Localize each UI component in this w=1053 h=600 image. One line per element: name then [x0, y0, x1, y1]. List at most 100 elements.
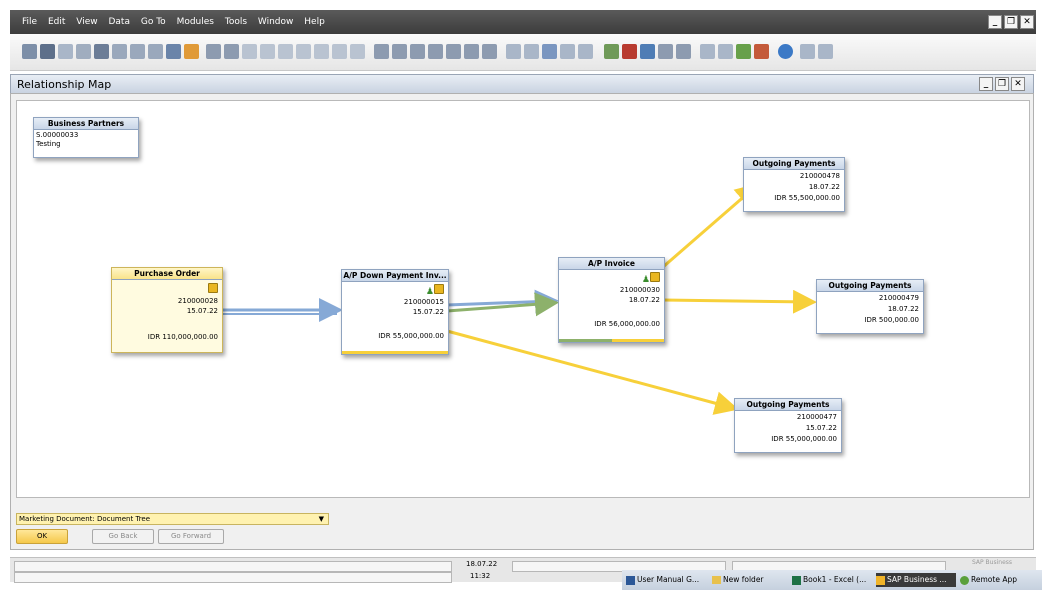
user-icon[interactable] [676, 44, 691, 59]
doc-date: 18.07.22 [808, 183, 840, 191]
previous-record-icon[interactable] [260, 44, 275, 59]
alerts-icon[interactable] [622, 44, 637, 59]
window-restore-icon[interactable]: ❐ [995, 77, 1009, 91]
add-icon[interactable] [224, 44, 239, 59]
toolbar [10, 34, 1036, 71]
menu-edit[interactable]: Edit [48, 10, 65, 34]
doc-number: 210000015 [403, 298, 444, 306]
node-outgoing-payment-2[interactable]: Outgoing Payments 210000479 18.07.22 IDR… [816, 279, 924, 334]
app-close-icon[interactable]: ✕ [1020, 15, 1034, 29]
print-icon[interactable] [40, 44, 55, 59]
node-title: Outgoing Payments [735, 399, 841, 411]
export-icon[interactable] [112, 44, 127, 59]
menu-tools[interactable]: Tools [225, 10, 247, 34]
taskbar-item-remote[interactable]: Remote App [960, 573, 1040, 587]
journal-icon[interactable] [410, 44, 425, 59]
paste-icon[interactable] [718, 44, 733, 59]
wizard-icon[interactable] [754, 44, 769, 59]
fax-icon[interactable] [94, 44, 109, 59]
target-document-icon[interactable] [392, 44, 407, 59]
email-icon[interactable] [58, 44, 73, 59]
menu-goto[interactable]: Go To [141, 10, 166, 34]
doc-date: 15.07.22 [186, 307, 218, 315]
doc-date: 15.07.22 [805, 424, 837, 432]
form-settings-icon[interactable] [506, 44, 521, 59]
first-record-icon[interactable] [242, 44, 257, 59]
bp-name: Testing [36, 140, 61, 148]
payment-means-icon[interactable] [446, 44, 461, 59]
calculator-icon[interactable] [640, 44, 655, 59]
menu-view[interactable]: View [76, 10, 97, 34]
folder-icon [712, 576, 721, 584]
node-purchase-order[interactable]: Purchase Order 210000028 15.07.22 IDR 11… [111, 267, 223, 353]
menu-help[interactable]: Help [304, 10, 325, 34]
ok-button[interactable]: OK [16, 529, 68, 544]
help-icon[interactable] [778, 44, 793, 59]
remote-app-icon [960, 575, 969, 585]
refresh-icon[interactable] [314, 44, 329, 59]
sap-icon [876, 575, 885, 585]
menu-window[interactable]: Window [258, 10, 294, 34]
relationship-map-canvas: Business Partners S.00000033 Testing Pur… [16, 100, 1030, 498]
preview-icon[interactable] [22, 44, 37, 59]
message-icon[interactable] [560, 44, 575, 59]
word-icon[interactable] [148, 44, 163, 59]
launch-icon[interactable] [166, 44, 181, 59]
approval-icon[interactable] [542, 44, 557, 59]
org-chart-icon[interactable] [658, 44, 673, 59]
window-titlebar: Relationship Map _ ❐ ✕ [10, 74, 1034, 94]
lock-icon[interactable] [184, 44, 199, 59]
node-title: Outgoing Payments [817, 280, 923, 292]
status-field-1 [14, 561, 452, 572]
chat-icon[interactable] [578, 44, 593, 59]
view-select[interactable]: Marketing Document: Document Tree ▼ [16, 513, 329, 525]
node-title: Outgoing Payments [744, 158, 844, 170]
lock-icon [434, 284, 444, 294]
node-business-partner[interactable]: Business Partners S.00000033 Testing [33, 117, 139, 158]
copy-icon[interactable] [700, 44, 715, 59]
taskbar-item-word[interactable]: User Manual G... [626, 573, 708, 587]
sms-icon[interactable] [76, 44, 91, 59]
calendar-icon[interactable] [604, 44, 619, 59]
window-close-icon[interactable]: ✕ [1011, 77, 1025, 91]
node-ap-down-payment[interactable]: A/P Down Payment Inv... ♟ 210000015 15.0… [341, 269, 449, 355]
sort-icon[interactable] [350, 44, 365, 59]
menu-data[interactable]: Data [108, 10, 130, 34]
node-title: A/P Invoice [559, 258, 664, 270]
pdf-icon[interactable] [130, 44, 145, 59]
app-minimize-icon[interactable]: _ [988, 15, 1002, 29]
volume-weight-icon[interactable] [464, 44, 479, 59]
go-back-button[interactable]: Go Back [92, 529, 154, 544]
taskbar-item-folder[interactable]: New folder [712, 573, 786, 587]
tools-icon[interactable] [736, 44, 751, 59]
go-forward-button[interactable]: Go Forward [158, 529, 224, 544]
doc-date: 18.07.22 [887, 305, 919, 313]
menu-modules[interactable]: Modules [177, 10, 214, 34]
taskbar-item-sap[interactable]: SAP Business ... [876, 573, 956, 587]
taskbar-item-excel[interactable]: Book1 - Excel (... [792, 573, 876, 587]
filter-icon[interactable] [332, 44, 347, 59]
gross-profit-icon[interactable] [428, 44, 443, 59]
payment-status-bar [342, 351, 448, 354]
last-record-icon[interactable] [296, 44, 311, 59]
app-restore-icon[interactable]: ❐ [1004, 15, 1018, 29]
base-document-icon[interactable] [374, 44, 389, 59]
settings-icon[interactable] [800, 44, 815, 59]
layout-icon[interactable] [482, 44, 497, 59]
approval-person-icon: ♟ [425, 287, 434, 297]
logoff-icon[interactable] [818, 44, 833, 59]
find-icon[interactable] [206, 44, 221, 59]
doc-number: 210000478 [799, 172, 840, 180]
node-outgoing-payment-1[interactable]: Outgoing Payments 210000478 18.07.22 IDR… [743, 157, 845, 212]
next-record-icon[interactable] [278, 44, 293, 59]
node-ap-invoice[interactable]: A/P Invoice ♟ 210000030 18.07.22 IDR 56,… [558, 257, 665, 343]
document-icon[interactable] [524, 44, 539, 59]
window-minimize-icon[interactable]: _ [979, 77, 993, 91]
status-bar-green [559, 339, 612, 342]
lock-icon [650, 272, 660, 282]
menu-file[interactable]: File [22, 10, 37, 34]
doc-date: 18.07.22 [628, 296, 660, 304]
node-title: Purchase Order [112, 268, 222, 280]
link-inv-op2 [662, 289, 817, 314]
node-outgoing-payment-3[interactable]: Outgoing Payments 210000477 15.07.22 IDR… [734, 398, 842, 453]
